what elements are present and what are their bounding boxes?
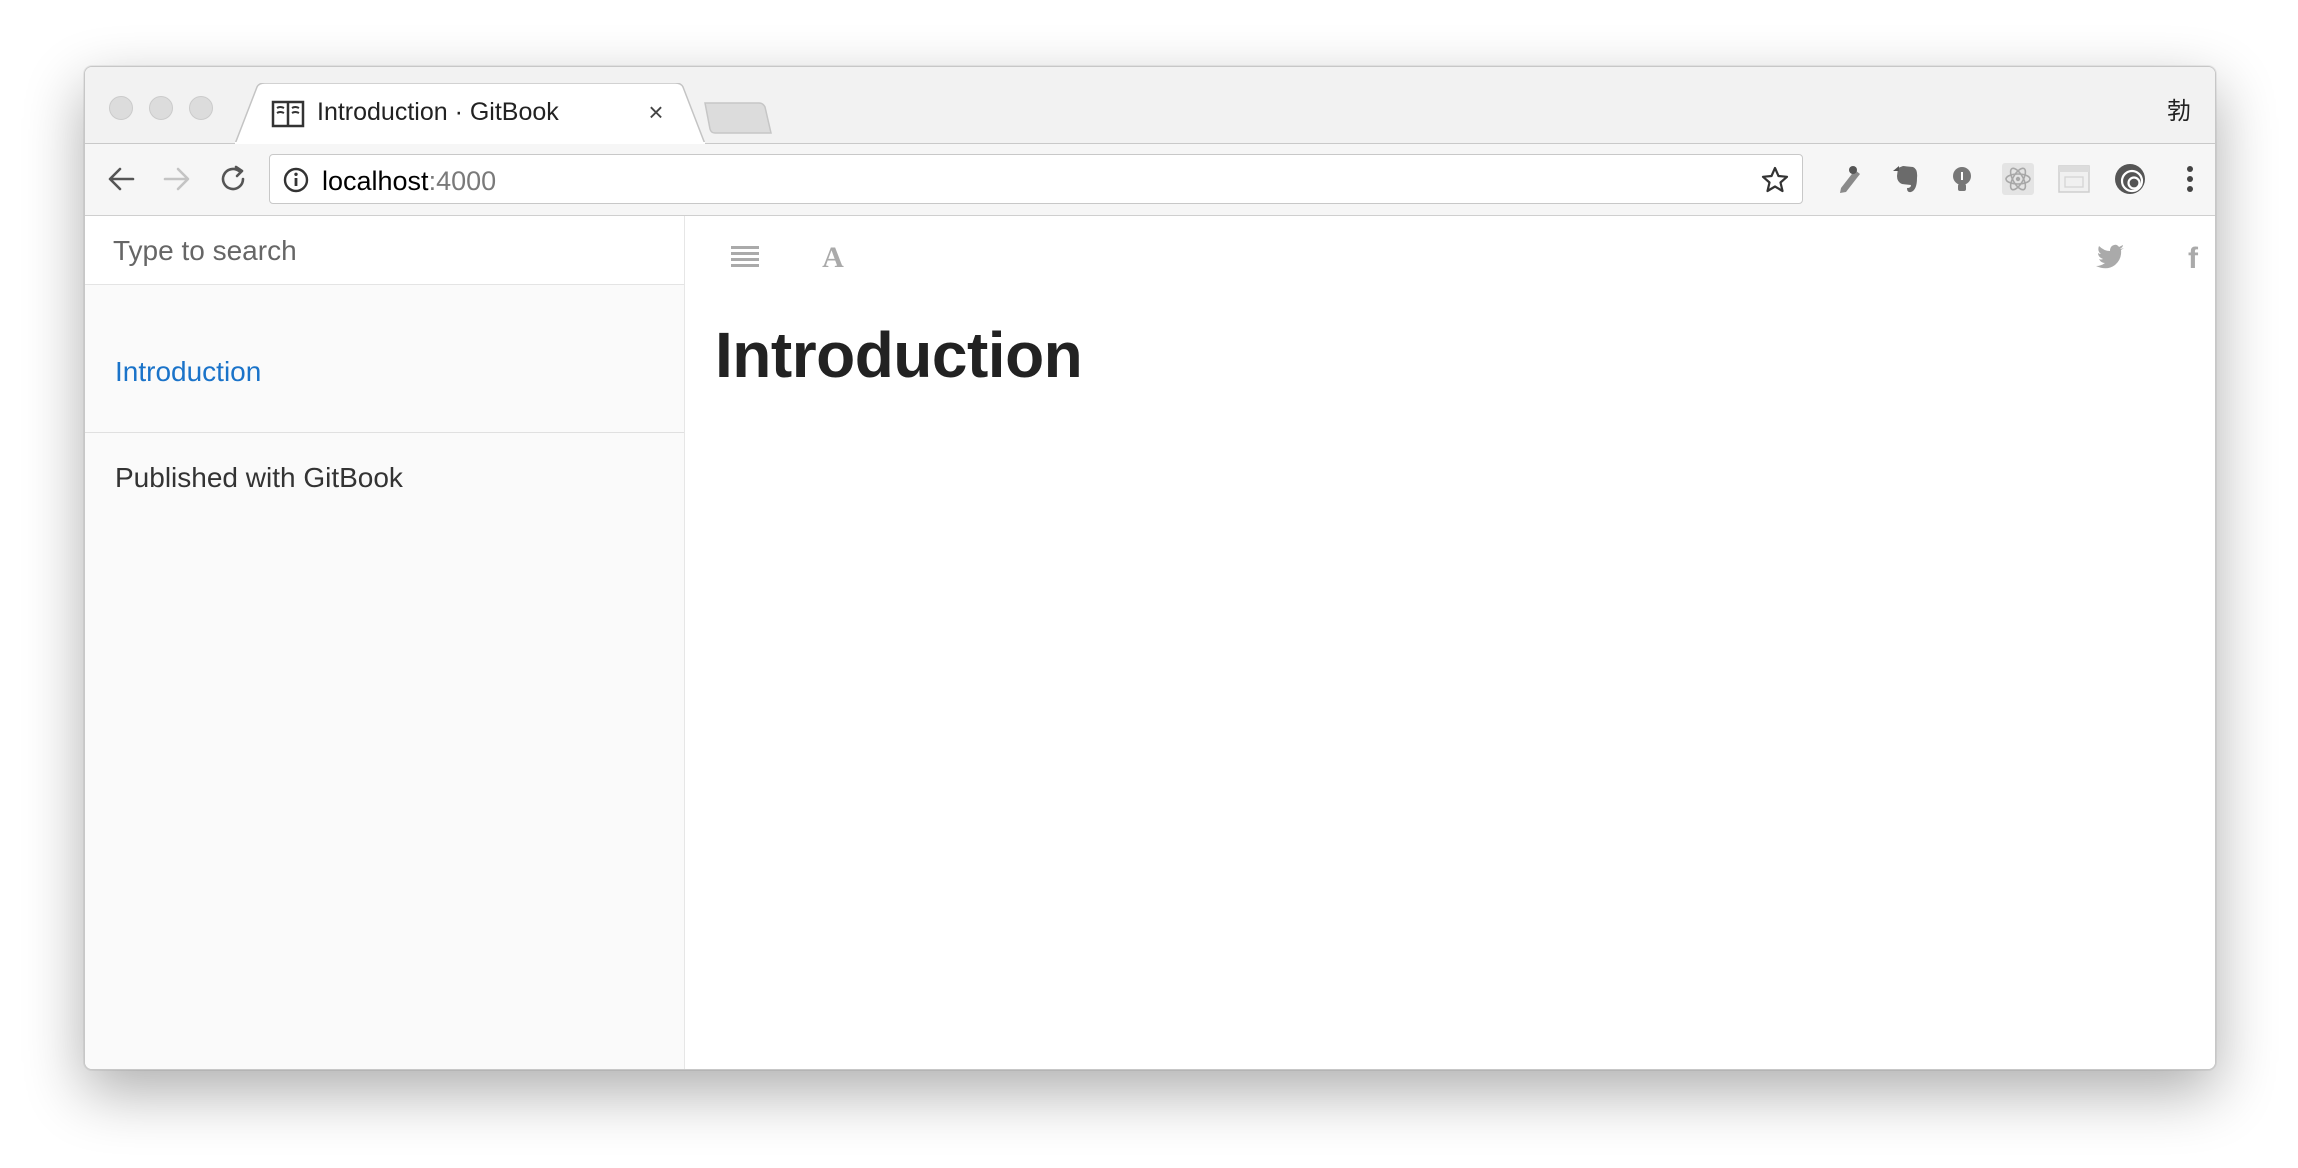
url-port: :4000 [428,166,497,196]
book-body: A f Introduction [685,216,2215,1069]
window-extension-icon[interactable] [2057,162,2091,196]
address-bar[interactable]: localhost:4000 [269,154,1803,204]
page-title: Introduction [715,319,1083,391]
kebab-menu-icon[interactable] [2183,162,2197,196]
sidebar-item-introduction[interactable]: Introduction [115,356,261,388]
tab-strip: Introduction · GitBook × 勃 [85,67,2215,144]
facebook-glyph: f [2188,242,2199,274]
published-with-gitbook-link[interactable]: Published with GitBook [115,462,403,494]
profile-button[interactable]: 勃 [2167,91,2191,126]
zoom-window-button[interactable] [189,96,213,120]
browser-tab[interactable]: Introduction · GitBook × [235,83,705,144]
font-settings-glyph: A [822,241,844,274]
url-text[interactable]: localhost:4000 [322,166,496,197]
tab-title: Introduction · GitBook [317,98,559,126]
spiral-extension-icon[interactable] [2113,162,2147,196]
evernote-extension-icon[interactable] [1889,162,1923,196]
tab-close-button[interactable]: × [641,97,671,127]
bulb-extension-icon[interactable] [1945,162,1979,196]
forward-arrow-icon[interactable] [159,161,195,197]
search-box [85,216,684,285]
reload-icon[interactable] [215,161,251,197]
toc-icon[interactable] [727,238,763,274]
bookmark-star-icon[interactable] [1760,165,1790,195]
book-icon [271,100,305,128]
new-tab-button[interactable] [703,101,773,135]
back-arrow-icon[interactable] [103,161,139,197]
react-extension-icon[interactable] [2001,162,2035,196]
search-input[interactable] [111,230,655,272]
url-host: localhost [322,166,429,196]
browser-window: Introduction · GitBook × 勃 localhost:400… [84,66,2216,1070]
sidebar-divider [85,432,684,433]
twitter-icon[interactable] [2093,238,2129,274]
minimize-window-button[interactable] [149,96,173,120]
browser-toolbar: localhost:4000 [85,144,2215,216]
pencil-extension-icon[interactable] [1833,162,1867,196]
info-icon[interactable] [282,166,310,194]
facebook-icon[interactable]: f [2175,238,2211,274]
book-sidebar: Introduction Published with GitBook [85,216,685,1069]
close-window-button[interactable] [109,96,133,120]
font-settings-icon[interactable]: A [815,238,851,274]
